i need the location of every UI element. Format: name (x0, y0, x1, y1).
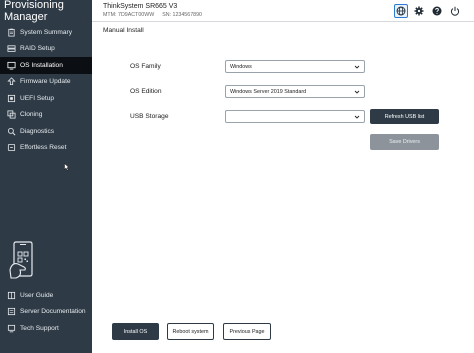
sidebar-item-label: UEFI Setup (20, 94, 55, 102)
app-title: Provisioning Manager (4, 0, 64, 23)
chevron-down-icon (354, 90, 360, 94)
sidebar-nav: System Summary RAID Setup OS Installatio… (0, 24, 92, 156)
power-icon[interactable] (448, 4, 462, 18)
chevron-down-icon (354, 115, 360, 119)
os-family-label: OS Family (130, 63, 161, 70)
server-model: ThinkSystem SR665 V3 (103, 3, 178, 10)
sidebar-item-effortless-reset[interactable]: Effortless Reset (0, 140, 92, 157)
sidebar-item-system-summary[interactable]: System Summary (0, 24, 92, 41)
diagnostics-icon (7, 127, 16, 136)
save-drivers-button[interactable]: Save Drivers (370, 134, 439, 150)
reset-icon (7, 143, 16, 152)
sidebar-item-label: System Summary (20, 28, 73, 36)
sidebar: Provisioning Manager System Summary RAID… (0, 0, 92, 353)
help-links: User Guide Server Documentation Tech Sup… (0, 287, 92, 337)
chevron-down-icon (354, 65, 360, 69)
mtm-text: MTM: 7D9ACT00WW (103, 12, 155, 18)
sidebar-item-label: Firmware Update (20, 78, 71, 86)
previous-page-button[interactable]: Previous Page (223, 323, 271, 340)
sidebar-item-label: Cloning (20, 111, 43, 119)
sidebar-item-label: Effortless Reset (20, 144, 67, 152)
sidebar-item-user-guide[interactable]: User Guide (0, 287, 92, 304)
sidebar-item-server-documentation[interactable]: Server Documentation (0, 304, 92, 321)
sidebar-item-uefi-setup[interactable]: UEFI Setup (0, 90, 92, 107)
sidebar-item-raid-setup[interactable]: RAID Setup (0, 41, 92, 58)
sidebar-item-label: Diagnostics (20, 127, 55, 135)
refresh-usb-button[interactable]: Refresh USB list (370, 109, 439, 124)
sidebar-item-label: OS Installation (20, 61, 63, 69)
firmware-icon (7, 77, 16, 86)
server-identifiers: MTM: 7D9ACT00WW SN: 1234567890 (103, 12, 202, 18)
os-install-icon (7, 61, 16, 70)
sidebar-item-firmware-update[interactable]: Firmware Update (0, 74, 92, 91)
help-icon[interactable] (430, 4, 444, 18)
cloning-icon (7, 110, 16, 119)
serial-number-text: SN: 1234567890 (162, 12, 202, 18)
phone-qr-illustration (9, 241, 33, 279)
page-title: Manual Install (103, 27, 144, 34)
os-edition-select[interactable]: Windows Server 2019 Standard (225, 85, 365, 98)
gear-icon[interactable] (412, 4, 426, 18)
os-edition-value: Windows Server 2019 Standard (230, 88, 307, 95)
mouse-pointer-icon (64, 163, 70, 171)
usb-storage-select[interactable] (225, 110, 365, 123)
sidebar-item-tech-support[interactable]: Tech Support (0, 320, 92, 337)
raid-icon (7, 44, 16, 53)
sidebar-item-label: User Guide (20, 291, 54, 299)
sidebar-item-label: Server Documentation (20, 308, 86, 316)
reboot-system-button[interactable]: Reboot system (167, 323, 214, 340)
sidebar-item-label: RAID Setup (20, 45, 55, 53)
support-icon (7, 324, 16, 333)
clipboard-icon (7, 28, 16, 37)
os-edition-label: OS Edition (130, 88, 162, 95)
sidebar-item-os-installation[interactable]: OS Installation (0, 57, 92, 74)
sidebar-item-cloning[interactable]: Cloning (0, 107, 92, 124)
os-family-value: Windows (230, 63, 252, 70)
book-icon (7, 291, 16, 300)
usb-storage-label: USB Storage (130, 113, 169, 120)
uefi-icon (7, 94, 16, 103)
install-os-button[interactable]: Install OS (112, 323, 159, 340)
globe-icon[interactable] (394, 4, 408, 18)
sidebar-item-diagnostics[interactable]: Diagnostics (0, 123, 92, 140)
document-icon (7, 307, 16, 316)
header-bar: ThinkSystem SR665 V3 MTM: 7D9ACT00WW SN:… (92, 0, 474, 22)
os-family-select[interactable]: Windows (225, 60, 365, 73)
sidebar-item-label: Tech Support (20, 324, 59, 332)
